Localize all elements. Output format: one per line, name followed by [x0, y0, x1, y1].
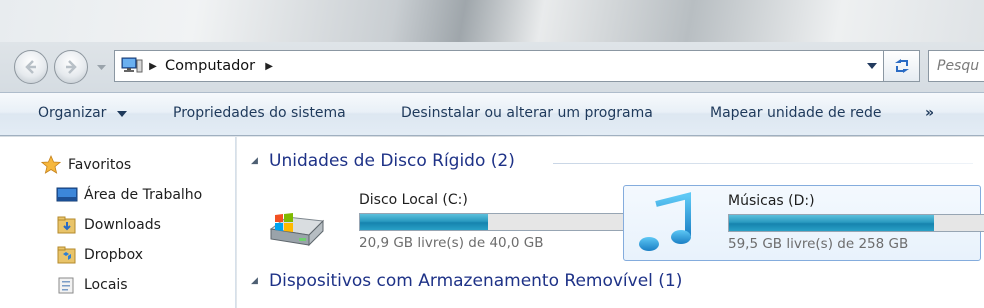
window-titlebar [0, 0, 984, 42]
search-placeholder: Pesqu [937, 58, 980, 74]
nav-item-label: Locais [84, 277, 128, 293]
command-bar: Organizar Propriedades do sistema Desins… [0, 92, 984, 136]
content-pane: ◢ Unidades de Disco Rígido (2) Disco Loc… [237, 137, 984, 308]
drive-d-item[interactable]: Músicas (D:) 59,5 GB livre(s) de 258 GB [623, 185, 984, 261]
chevron-down-icon [867, 63, 877, 69]
computer-icon [119, 56, 145, 76]
star-icon [40, 154, 62, 176]
hard-drive-windows-icon [265, 191, 329, 255]
breadcrumb-separator-icon[interactable]: ▶ [145, 61, 161, 72]
drive-c-item[interactable]: Disco Local (C:) 20,9 GB livre(s) de 40,… [255, 185, 627, 261]
system-properties-button[interactable]: Propriedades do sistema [173, 105, 346, 121]
drive-free-space: 59,5 GB livre(s) de 258 GB [728, 236, 909, 252]
group-header-removable[interactable]: ◢ Dispositivos com Armazenamento Removív… [251, 271, 682, 291]
organize-menu-button[interactable]: Organizar [38, 105, 127, 121]
navigation-pane: Favoritos Área de Trabalho Downloads Dro… [0, 137, 236, 308]
address-history-dropdown[interactable] [865, 60, 879, 72]
drive-usage-bar [359, 213, 627, 231]
organize-label: Organizar [38, 105, 107, 121]
forward-button[interactable] [54, 50, 88, 84]
nav-item-label: Favoritos [68, 157, 132, 173]
nav-item-label: Dropbox [84, 247, 143, 263]
drive-free-space: 20,9 GB livre(s) de 40,0 GB [359, 235, 544, 251]
chevron-down-icon [116, 105, 127, 121]
breadcrumb-computador[interactable]: Computador [165, 58, 255, 74]
collapse-triangle-icon[interactable]: ◢ [251, 156, 265, 166]
group-header-hard-disks[interactable]: ◢ Unidades de Disco Rígido (2) [251, 151, 515, 171]
recent-pages-dropdown[interactable] [94, 62, 108, 74]
group-divider [553, 163, 973, 164]
search-input[interactable]: Pesqu [928, 50, 984, 82]
refresh-button[interactable] [884, 50, 920, 82]
chevron-down-icon [96, 65, 106, 70]
drive-name: Músicas (D:) [728, 193, 815, 209]
refresh-icon [894, 59, 909, 73]
desktop-icon [56, 184, 78, 206]
downloads-folder-icon [56, 214, 78, 236]
drive-usage-fill [360, 214, 488, 230]
nav-item-area-de-trabalho[interactable]: Área de Trabalho [56, 180, 202, 210]
forward-arrow-icon [66, 60, 77, 74]
drive-usage-fill [729, 215, 934, 231]
nav-item-locais[interactable]: Locais [56, 270, 128, 300]
map-network-drive-button[interactable]: Mapear unidade de rede [710, 105, 882, 121]
breadcrumb-separator-icon[interactable]: ▶ [261, 61, 277, 72]
collapse-triangle-icon[interactable]: ◢ [251, 276, 265, 286]
nav-item-favoritos[interactable]: Favoritos [40, 150, 131, 180]
dropbox-folder-icon [56, 244, 78, 266]
group-title: Dispositivos com Armazenamento Removível… [269, 271, 683, 291]
nav-item-label: Área de Trabalho [84, 187, 203, 203]
uninstall-program-button[interactable]: Desinstalar ou alterar um programa [401, 105, 653, 121]
music-note-icon [634, 192, 698, 256]
drive-usage-bar [728, 214, 984, 232]
nav-item-label: Downloads [84, 217, 161, 233]
more-commands-button[interactable]: » [925, 105, 934, 121]
nav-item-dropbox[interactable]: Dropbox [56, 240, 143, 270]
back-button[interactable] [14, 50, 48, 84]
group-title: Unidades de Disco Rígido (2) [269, 151, 515, 171]
recent-places-icon [56, 274, 78, 296]
nav-item-downloads[interactable]: Downloads [56, 210, 161, 240]
address-bar[interactable]: ▶ Computador ▶ [114, 50, 884, 82]
drive-name: Disco Local (C:) [359, 192, 468, 208]
back-arrow-icon [25, 60, 36, 74]
